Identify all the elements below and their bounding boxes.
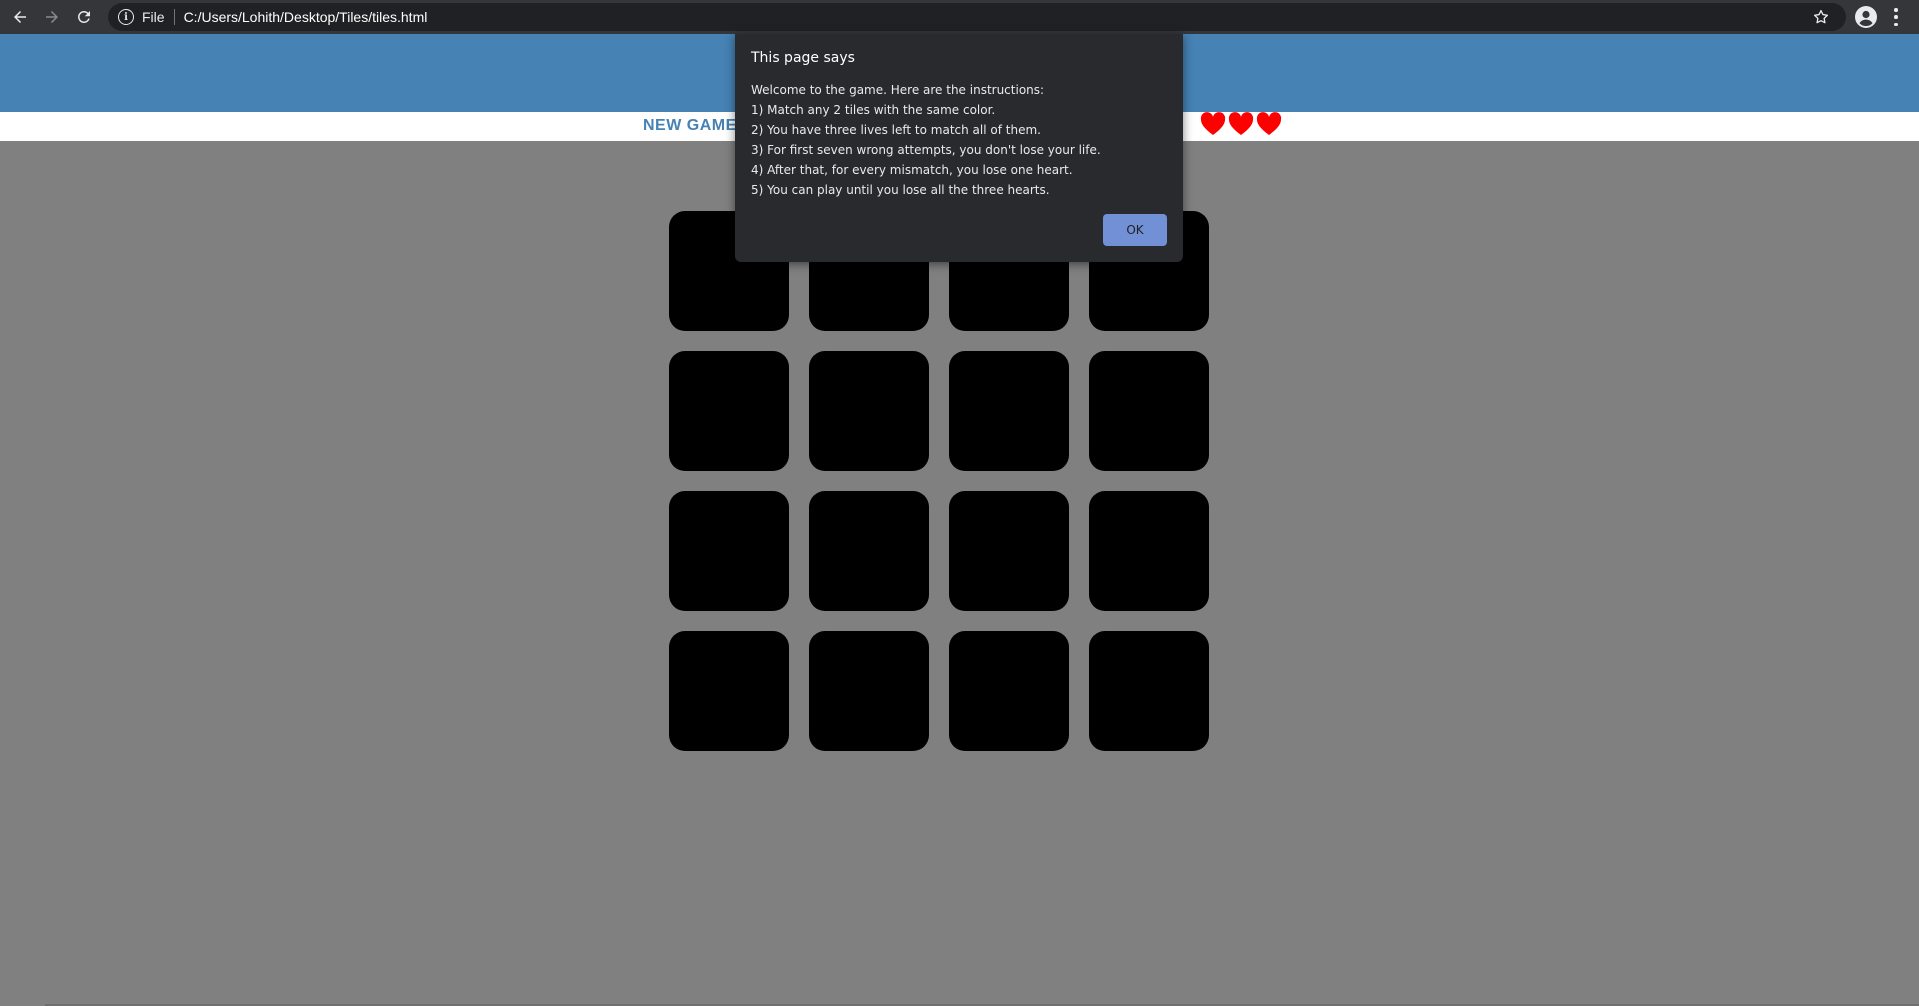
tile[interactable] <box>1089 491 1209 611</box>
info-icon[interactable]: i <box>118 9 134 25</box>
tile[interactable] <box>669 491 789 611</box>
dialog-line: 1) Match any 2 tiles with the same color… <box>751 103 996 117</box>
profile-icon[interactable] <box>1854 5 1878 29</box>
tile[interactable] <box>669 351 789 471</box>
dialog-line: Welcome to the game. Here are the instru… <box>751 83 1045 97</box>
reload-icon[interactable] <box>68 1 100 33</box>
dialog-line: 3) For first seven wrong attempts, you d… <box>751 143 1101 157</box>
address-bar[interactable]: i File C:/Users/Lohith/Desktop/Tiles/til… <box>108 3 1846 31</box>
heart-icon <box>1200 112 1226 136</box>
tile[interactable] <box>809 491 929 611</box>
lives-display <box>1200 112 1282 136</box>
tile[interactable] <box>809 351 929 471</box>
tile[interactable] <box>809 631 929 751</box>
heart-icon <box>1228 112 1254 136</box>
scheme-label: File <box>142 9 165 25</box>
new-game-button[interactable]: NEW GAME <box>643 117 737 135</box>
browser-toolbar: i File C:/Users/Lohith/Desktop/Tiles/til… <box>0 0 1919 34</box>
heart-icon <box>1256 112 1282 136</box>
ok-button[interactable]: OK <box>1103 214 1167 246</box>
back-arrow-icon[interactable] <box>4 1 36 33</box>
star-icon[interactable] <box>1812 8 1830 26</box>
tile[interactable] <box>949 491 1069 611</box>
tile[interactable] <box>949 351 1069 471</box>
dialog-line: 5) You can play until you lose all the t… <box>751 183 1050 197</box>
dialog-line: 4) After that, for every mismatch, you l… <box>751 163 1073 177</box>
tile[interactable] <box>1089 631 1209 751</box>
dialog-message: Welcome to the game. Here are the instru… <box>751 80 1101 200</box>
tile-grid <box>669 211 1209 751</box>
tile[interactable] <box>949 631 1069 751</box>
dialog-title: This page says <box>751 50 855 66</box>
forward-arrow-icon[interactable] <box>36 1 68 33</box>
omnibox-divider <box>173 9 175 25</box>
url-text[interactable]: C:/Users/Lohith/Desktop/Tiles/tiles.html <box>184 9 428 25</box>
tile[interactable] <box>1089 351 1209 471</box>
dialog-line: 2) You have three lives left to match al… <box>751 123 1041 137</box>
tile[interactable] <box>669 631 789 751</box>
menu-icon[interactable] <box>1893 8 1899 26</box>
alert-dialog: This page says Welcome to the game. Here… <box>735 34 1183 262</box>
